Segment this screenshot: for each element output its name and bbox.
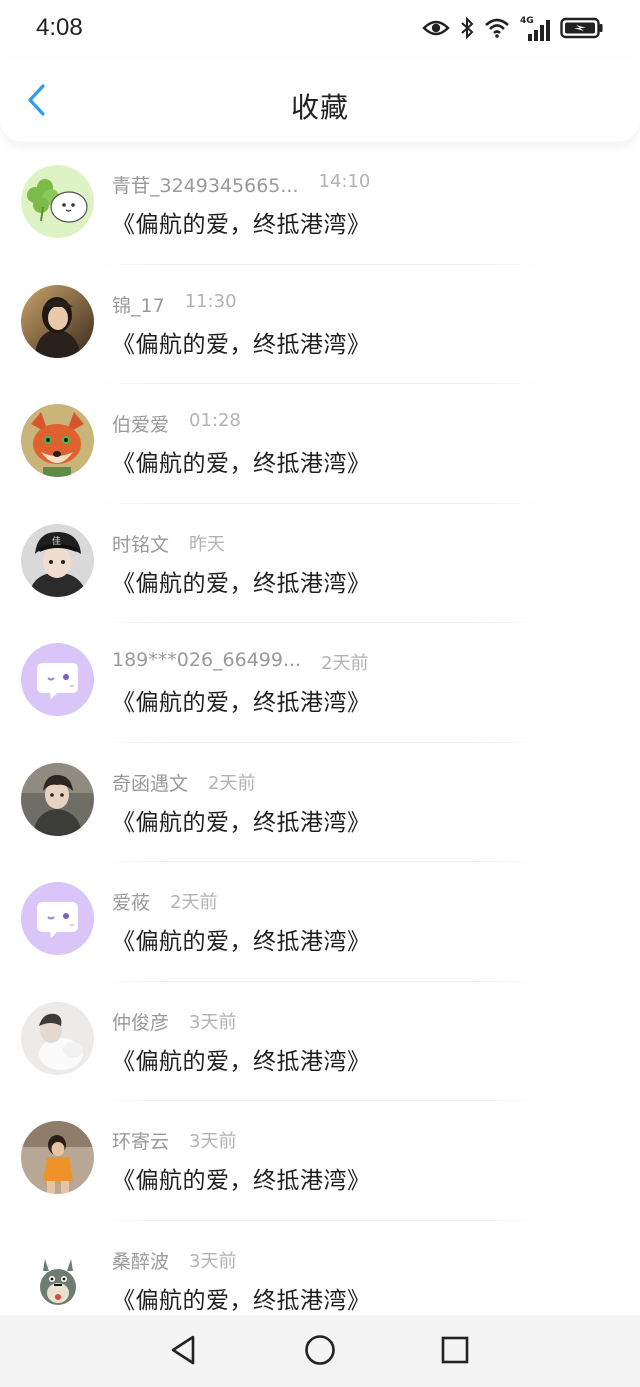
message-text: 《偏航的爱，终抵港湾》 — [112, 929, 371, 955]
list-item[interactable]: 锦_17 11:30 《偏航的爱，终抵港湾》 — [0, 265, 640, 384]
item-meta: 爱莜 2天前 — [112, 888, 217, 915]
circle-home-icon — [304, 1334, 336, 1370]
item-meta: 奇函遇文 2天前 — [112, 769, 255, 796]
list-item[interactable]: 环寄云 3天前 《偏航的爱，终抵港湾》 — [0, 1101, 640, 1221]
message-text: 《偏航的爱，终抵港湾》 — [112, 570, 371, 597]
sender-name: 189***026_66499... — [112, 649, 302, 671]
timestamp: 2天前 — [170, 892, 218, 913]
item-meta: 仲俊彦 3天前 — [112, 1008, 236, 1035]
sender-name: 奇函遇文 — [112, 772, 189, 795]
message-text: 《偏航的爱，终抵港湾》 — [112, 212, 371, 238]
timestamp: 3天前 — [189, 1250, 237, 1272]
timestamp: 3天前 — [189, 1011, 237, 1033]
message-text: 《偏航的爱，终抵港湾》 — [112, 1048, 371, 1075]
wifi-icon — [484, 17, 510, 43]
timestamp: 11:30 — [184, 290, 237, 312]
list-item[interactable]: 佳 时铭文 昨天 《偏航的爱，终抵港湾》 — [0, 504, 640, 623]
avatar[interactable] — [21, 165, 94, 238]
message-text: 《偏航的爱，终抵港湾》 — [112, 451, 371, 477]
item-meta: 189***026_66499... 2天前 — [112, 649, 369, 675]
triangle-back-icon — [169, 1334, 197, 1370]
message-text: 《偏航的爱，终抵港湾》 — [112, 809, 371, 836]
sender-name: 青苷_3249345665... — [112, 175, 299, 197]
avatar[interactable]: 佳 — [21, 523, 94, 597]
list-item[interactable]: 伯爱爱 01:28 《偏航的爱，终抵港湾》 — [0, 384, 640, 504]
avatar[interactable] — [21, 404, 94, 477]
sender-name: 环寄云 — [112, 1131, 170, 1153]
bluetooth-icon — [460, 16, 474, 43]
status-time: 4:08 — [36, 14, 83, 41]
item-meta: 环寄云 3天前 — [112, 1127, 236, 1154]
item-meta: 锦_17 11:30 — [112, 291, 237, 318]
sender-name: 伯爱爱 — [112, 414, 170, 436]
timestamp: 14:10 — [318, 171, 371, 192]
svg-text:佳: 佳 — [52, 535, 61, 547]
favorites-list: 青苷_3249345665... 14:10 《偏航的爱，终抵港湾》 锦_17 … — [0, 145, 640, 1340]
message-text: 《偏航的爱，终抵港湾》 — [112, 690, 371, 716]
avatar[interactable] — [21, 643, 94, 716]
avatar[interactable] — [21, 762, 94, 836]
timestamp: 01:28 — [189, 410, 241, 431]
status-icons: 4G — [422, 16, 604, 44]
status-bar: 4:08 4G — [0, 0, 640, 60]
sender-name: 时铭文 — [112, 533, 170, 556]
message-text: 《偏航的爱，终抵港湾》 — [112, 1168, 371, 1194]
message-text: 《偏航的爱，终抵港湾》 — [112, 331, 371, 358]
avatar[interactable] — [21, 284, 94, 358]
item-meta: 桑醉波 3天前 — [112, 1247, 236, 1274]
avatar[interactable] — [21, 882, 94, 955]
list-item[interactable]: 爱莜 2天前 《偏航的爱，终抵港湾》 — [0, 862, 640, 982]
avatar[interactable] — [21, 1121, 94, 1194]
sender-name: 仲俊彦 — [112, 1011, 170, 1034]
cellular-signal-icon: 4G — [520, 16, 550, 42]
eye-icon — [422, 18, 450, 42]
timestamp: 2天前 — [208, 772, 256, 794]
battery-charging-icon — [560, 17, 604, 43]
list-item[interactable]: 青苷_3249345665... 14:10 《偏航的爱，终抵港湾》 — [0, 145, 640, 265]
list-item[interactable]: 奇函遇文 2天前 《偏航的爱，终抵港湾》 — [0, 743, 640, 862]
sender-name: 桑醉波 — [112, 1250, 170, 1273]
timestamp: 3天前 — [189, 1131, 237, 1152]
system-nav-bar — [0, 1315, 640, 1387]
nav-home-button[interactable] — [303, 1335, 337, 1369]
message-text: 《偏航的爱，终抵港湾》 — [112, 1287, 371, 1314]
timestamp: 2天前 — [321, 653, 369, 674]
avatar[interactable] — [21, 1001, 94, 1075]
item-meta: 伯爱爱 01:28 — [112, 410, 241, 437]
page-title: 收藏 — [290, 91, 349, 124]
sender-name: 锦_17 — [112, 294, 165, 317]
square-recents-icon — [440, 1335, 470, 1369]
avatar[interactable] — [21, 1240, 94, 1314]
sender-name: 爱莜 — [112, 892, 151, 914]
nav-recents-button[interactable] — [438, 1335, 472, 1369]
nav-back-button[interactable] — [166, 1335, 200, 1369]
item-meta: 青苷_3249345665... 14:10 — [112, 171, 370, 198]
timestamp: 昨天 — [189, 533, 226, 555]
item-meta: 时铭文 昨天 — [112, 530, 225, 557]
list-item[interactable]: 189***026_66499... 2天前 《偏航的爱，终抵港湾》 — [0, 623, 640, 743]
list-item[interactable]: 仲俊彦 3天前 《偏航的爱，终抵港湾》 — [0, 982, 640, 1101]
app-header: 收藏 — [0, 60, 640, 142]
